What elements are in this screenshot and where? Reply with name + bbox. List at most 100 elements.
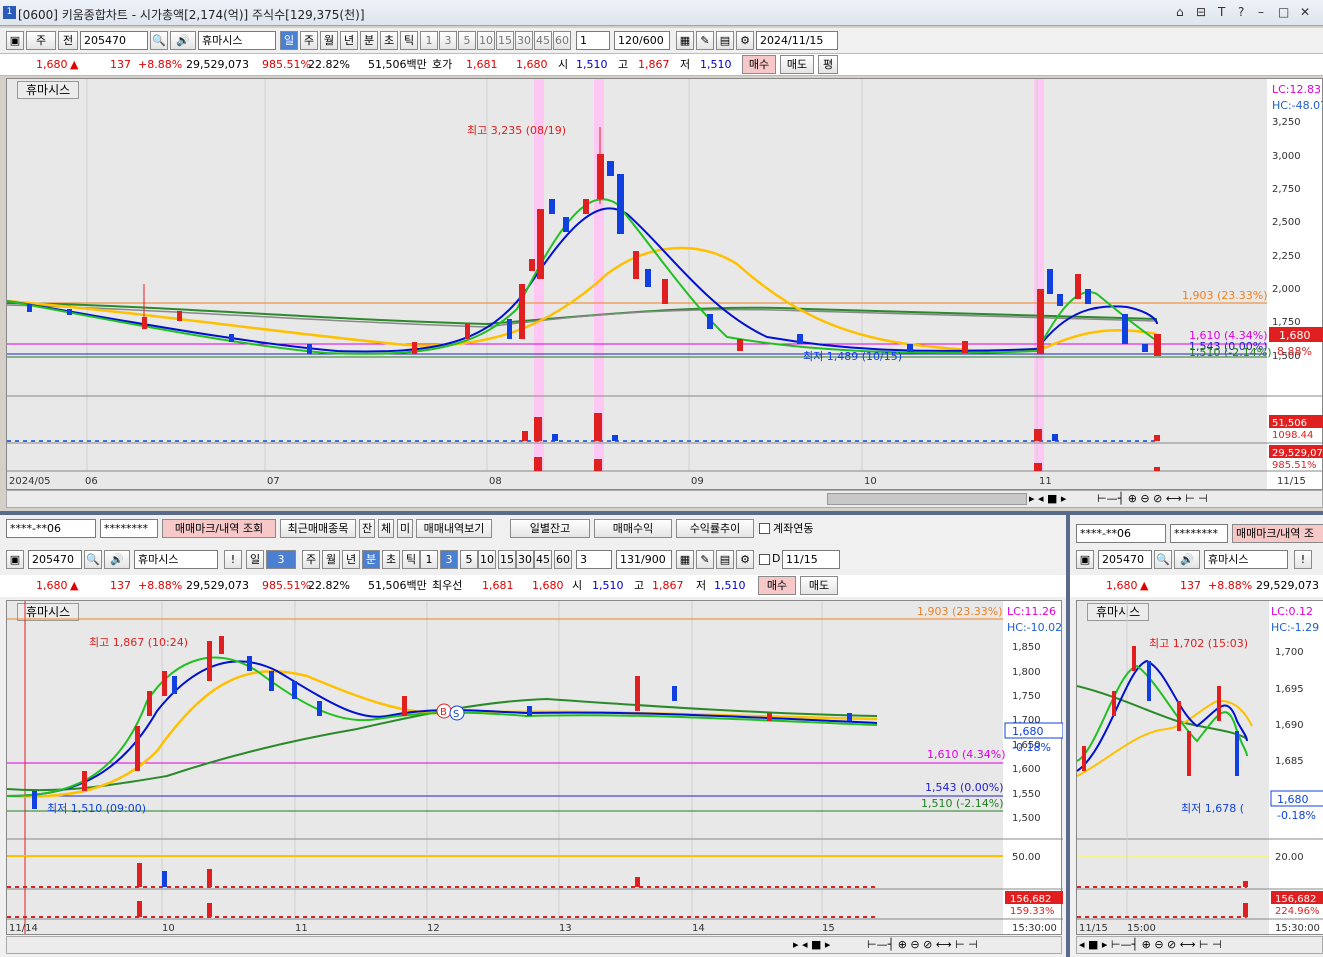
search-icon[interactable]: 🔍 [150, 31, 168, 50]
recent-stocks-button[interactable]: 최근매매종목 [280, 519, 356, 538]
tf-minute[interactable]: 분 [360, 31, 378, 50]
tool-icon[interactable]: ✎ [696, 550, 714, 569]
buy-button[interactable]: 매수 [758, 576, 796, 595]
alert-icon[interactable]: ! [224, 550, 242, 569]
tf-week[interactable]: 주 [302, 550, 320, 569]
trade-history-button[interactable]: 매매내역보기 [416, 519, 492, 538]
flat-button[interactable]: 평 [818, 55, 838, 74]
grid-icon[interactable]: ▦ [676, 31, 694, 50]
grid-icon[interactable]: ▦ [676, 550, 694, 569]
account-select[interactable]: ****-**06 [6, 519, 96, 538]
code-input[interactable]: 205470 [1098, 550, 1152, 569]
num-1[interactable]: 1 [420, 31, 438, 50]
daily-balance-button[interactable]: 일별잔고 [510, 519, 590, 538]
code-input[interactable]: 205470 [28, 550, 82, 569]
trade-mark-button[interactable]: 매매마크/내역 조 [1232, 524, 1323, 543]
scroll-thumb[interactable] [827, 493, 1027, 505]
alert-icon[interactable]: ! [1294, 550, 1312, 569]
sound-icon[interactable]: 🔊 [1174, 550, 1200, 569]
gear-icon[interactable]: ⚙ [736, 550, 754, 569]
chart-settings-icon[interactable]: ▣ [6, 550, 24, 569]
d-checkbox[interactable] [759, 554, 770, 565]
data-count[interactable]: 131/900 [616, 550, 672, 569]
prev-button[interactable]: 전 [58, 31, 78, 50]
code-input[interactable]: 205470 [80, 31, 148, 50]
tf-week[interactable]: 주 [300, 31, 318, 50]
count-select[interactable]: 1 [576, 31, 610, 50]
close-icon[interactable]: ✕ [1300, 5, 1310, 19]
data-count[interactable]: 120/600 [614, 31, 670, 50]
password-input[interactable]: ******** [100, 519, 158, 538]
num-3[interactable]: 3 [439, 31, 457, 50]
account-link-checkbox[interactable] [759, 523, 770, 534]
account-select[interactable]: ****-**06 [1076, 524, 1166, 543]
link-icon[interactable]: ⌂ [1176, 5, 1184, 19]
num-60[interactable]: 60 [553, 31, 571, 50]
num-3[interactable]: 3 [440, 550, 458, 569]
top-chart-svg[interactable]: 3,250 3,000 2,750 2,500 2,250 2,000 1,75… [7, 79, 1323, 489]
tf-tick[interactable]: 틱 [400, 31, 418, 50]
zoom-controls[interactable]: ⊢—┤ ⊕ ⊖ ⊘ ⟷ ⊢ ⊣ [1097, 492, 1208, 505]
play-controls[interactable]: ▸ ◂ ■ ▸ [1029, 492, 1066, 505]
maximize-icon[interactable]: □ [1278, 5, 1289, 19]
num-45[interactable]: 45 [534, 550, 552, 569]
num-10[interactable]: 10 [478, 550, 496, 569]
tf-day[interactable]: 일 [246, 550, 264, 569]
num-5[interactable]: 5 [458, 31, 476, 50]
tool-icon[interactable]: ✎ [696, 31, 714, 50]
bl-scroll-row[interactable]: ▸ ◂ ■ ▸ ⊢—┤ ⊕ ⊖ ⊘ ⟷ ⊢ ⊣ [6, 936, 1062, 954]
fill-button[interactable]: 체 [378, 519, 394, 538]
num-60[interactable]: 60 [554, 550, 572, 569]
minimize-icon[interactable]: – [1258, 5, 1264, 19]
count-select[interactable]: 3 [576, 550, 612, 569]
date-input[interactable]: 2024/11/15 [756, 31, 838, 50]
search-icon[interactable]: 🔍 [1154, 550, 1172, 569]
tf-month[interactable]: 월 [322, 550, 340, 569]
balance-button[interactable]: 잔 [359, 519, 375, 538]
tf-day[interactable]: 일 [280, 31, 298, 50]
tf-second[interactable]: 초 [382, 550, 400, 569]
trade-profit-button[interactable]: 매매수익 [594, 519, 672, 538]
bl-chart-svg[interactable]: B S 1,850 1,800 1,750 1,700 1,650 1,600 … [7, 601, 1063, 934]
layout-icon[interactable]: ⊟ [1196, 5, 1206, 19]
num-5[interactable]: 5 [460, 550, 478, 569]
num-45[interactable]: 45 [534, 31, 552, 50]
help-icon[interactable]: ? [1238, 5, 1244, 19]
tf-year[interactable]: 년 [340, 31, 358, 50]
zoom-controls[interactable]: ⊢—┤ ⊕ ⊖ ⊘ ⟷ ⊢ ⊣ [867, 938, 978, 951]
sound-icon[interactable]: 🔊 [170, 31, 196, 50]
play-controls[interactable]: ▸ ◂ ■ ▸ [793, 938, 830, 951]
save-icon[interactable]: ▤ [716, 31, 734, 50]
num-15[interactable]: 15 [498, 550, 516, 569]
buy-button[interactable]: 매수 [742, 55, 776, 74]
num-10[interactable]: 10 [477, 31, 495, 50]
chart-settings-icon[interactable]: ▣ [1076, 550, 1094, 569]
tf-month[interactable]: 월 [320, 31, 338, 50]
br-chart-svg[interactable]: 1,700 1,695 1,690 1,685 20.00 LC:0.12 HC… [1077, 601, 1323, 934]
tf-minute[interactable]: 분 [362, 550, 380, 569]
password-input[interactable]: ******** [1170, 524, 1228, 543]
save-icon[interactable]: ▤ [716, 550, 734, 569]
font-icon[interactable]: T [1218, 5, 1225, 19]
br-scroll-row[interactable]: ◂ ■ ▸ ⊢—┤ ⊕ ⊖ ⊘ ⟷ ⊢ ⊣ [1076, 936, 1323, 954]
sell-button[interactable]: 매도 [800, 576, 838, 595]
chart-settings-icon[interactable]: ▣ [6, 31, 24, 50]
top-scroll-row[interactable]: ▸ ◂ ■ ▸ ⊢—┤ ⊕ ⊖ ⊘ ⟷ ⊢ ⊣ [6, 490, 1323, 508]
gear-icon[interactable]: ⚙ [736, 31, 754, 50]
play-controls[interactable]: ◂ ■ ▸ ⊢—┤ ⊕ ⊖ ⊘ ⟷ ⊢ ⊣ [1079, 938, 1222, 951]
num-30[interactable]: 30 [516, 550, 534, 569]
num-30[interactable]: 30 [515, 31, 533, 50]
num-15[interactable]: 15 [496, 31, 514, 50]
min-sel[interactable]: 3 [266, 550, 296, 569]
sound-icon[interactable]: 🔊 [104, 550, 130, 569]
profit-trend-button[interactable]: 수익률추이 [676, 519, 754, 538]
tf-tick[interactable]: 틱 [402, 550, 420, 569]
period-select[interactable]: 주 [26, 31, 56, 50]
date-input[interactable]: 11/15 [782, 550, 840, 569]
search-icon[interactable]: 🔍 [84, 550, 102, 569]
sell-button[interactable]: 매도 [780, 55, 814, 74]
tf-year[interactable]: 년 [342, 550, 360, 569]
unfilled-button[interactable]: 미 [397, 519, 413, 538]
trade-mark-button[interactable]: 매매마크/내역 조회 [162, 519, 276, 538]
tf-second[interactable]: 초 [380, 31, 398, 50]
